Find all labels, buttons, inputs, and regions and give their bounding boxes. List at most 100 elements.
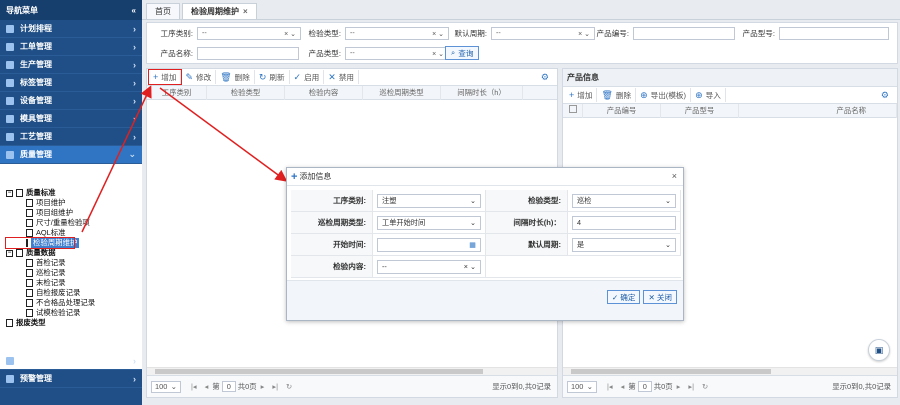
edit-button[interactable]: ✎ 修改 bbox=[181, 70, 217, 84]
file-icon bbox=[26, 309, 33, 317]
column-header[interactable]: 产品型号 bbox=[661, 103, 739, 118]
reload-icon[interactable]: ↻ bbox=[702, 382, 708, 391]
select-all-checkbox[interactable] bbox=[568, 104, 577, 113]
default-cycle-select[interactable]: -- × ⌄ bbox=[491, 27, 595, 40]
clear-dropdown-icon: × ⌄ bbox=[432, 50, 444, 58]
reload-icon[interactable]: ↻ bbox=[286, 382, 292, 391]
tree-node-label: 质量标准 bbox=[26, 188, 56, 197]
first-page-icon[interactable]: |◂ bbox=[607, 382, 613, 391]
gear-icon[interactable]: ⚙ bbox=[541, 72, 549, 83]
product-code-input[interactable] bbox=[633, 27, 735, 40]
tree-node-scrap-type[interactable]: 报废类型 bbox=[6, 318, 142, 328]
next-page-icon[interactable]: ▸ bbox=[261, 382, 265, 391]
tab-home[interactable]: 首页 bbox=[146, 3, 180, 19]
column-header[interactable]: 检验类型 bbox=[207, 85, 285, 100]
button-label: 确定 bbox=[620, 292, 636, 302]
process-type-select[interactable]: -- × ⌄ bbox=[197, 27, 301, 40]
tree-node-group-maint[interactable]: 项目组维护 bbox=[6, 208, 142, 218]
prev-page-icon[interactable]: ◂ bbox=[621, 382, 625, 391]
column-header[interactable]: 产品编号 bbox=[583, 103, 661, 118]
tree-node-last-inspect[interactable]: 末检记录 bbox=[6, 278, 142, 288]
process-type-select[interactable]: 注塑 ⌄ bbox=[377, 193, 481, 208]
cancel-button[interactable]: ✕ 关闭 bbox=[643, 290, 677, 304]
inspect-type-select[interactable]: -- × ⌄ bbox=[345, 27, 449, 40]
select-value: -- bbox=[382, 262, 387, 271]
import-button[interactable]: ⊕ 导入 bbox=[691, 88, 726, 102]
refresh-button[interactable]: ↻ 刷新 bbox=[255, 70, 290, 84]
tree-node-inspect-cycle[interactable]: 检验周期维护 bbox=[5, 237, 80, 249]
sidebar-item-equipment[interactable]: 设备管理 › bbox=[0, 92, 142, 110]
gear-icon[interactable]: ⚙ bbox=[881, 90, 889, 101]
delete-product-button[interactable]: 🗑 删除 bbox=[597, 88, 637, 102]
confirm-button[interactable]: ✓ 确定 bbox=[606, 290, 641, 304]
sidebar-item-plan[interactable]: 计划排程 › bbox=[0, 20, 142, 38]
page-number-input[interactable]: 0 bbox=[637, 381, 652, 392]
tree-node-label: 报废类型 bbox=[16, 318, 46, 327]
calendar-icon[interactable]: ▦ bbox=[469, 240, 476, 249]
book-icon[interactable]: ▣ bbox=[868, 339, 890, 361]
chevron-down-icon: ⌄ bbox=[664, 196, 671, 205]
select-value: 100 bbox=[155, 382, 168, 391]
tree-node-quality-data[interactable]: − 质量数据 bbox=[6, 248, 142, 258]
tab-inspect-cycle[interactable]: 检验周期维护 × bbox=[182, 3, 257, 19]
inspect-type-select[interactable]: 巡检 ⌄ bbox=[572, 193, 676, 208]
sidebar-item-process[interactable]: 工艺管理 › bbox=[0, 128, 142, 146]
sidebar-item-label-mgmt[interactable]: 标签管理 › bbox=[0, 74, 142, 92]
tree-node-size-weight[interactable]: 尺寸/重量检验项 bbox=[6, 218, 142, 228]
tree-node-quality-standard[interactable]: − 质量标准 bbox=[6, 188, 142, 198]
cycle-type-select[interactable]: 工单开始时间 ⌄ bbox=[377, 215, 481, 230]
column-header[interactable]: 巡检周期类型 bbox=[363, 85, 441, 100]
next-page-icon[interactable]: ▸ bbox=[677, 382, 681, 391]
button-label: 导出(模板) bbox=[650, 90, 687, 100]
tree-node-patrol-inspect[interactable]: 巡检记录 bbox=[6, 268, 142, 278]
tree-node-first-inspect[interactable]: 首检记录 bbox=[6, 258, 142, 268]
sidebar-item-workorder[interactable]: 工单管理 › bbox=[0, 38, 142, 56]
column-header[interactable]: 间隔时长（h） bbox=[441, 85, 523, 100]
tree-node-nonconforming[interactable]: 不合格品处理记录 bbox=[6, 298, 142, 308]
tree-node-aql[interactable]: AQL标准 bbox=[6, 228, 142, 238]
scrollbar-thumb[interactable] bbox=[155, 369, 483, 374]
export-button[interactable]: ⊕ 导出(模板) bbox=[636, 88, 692, 102]
page-size-select[interactable]: 100 ⌄ bbox=[151, 380, 181, 393]
add-button[interactable]: + 增加 bbox=[147, 69, 183, 85]
select-value: -- bbox=[350, 50, 355, 57]
chart-icon bbox=[6, 356, 14, 365]
last-page-icon[interactable]: ▸| bbox=[688, 382, 694, 391]
disable-button[interactable]: ✕ 禁用 bbox=[324, 70, 360, 84]
tree-node-self-scrap[interactable]: 自检报废记录 bbox=[6, 288, 142, 298]
sidebar-item-reports[interactable]: 统计报表 › bbox=[0, 352, 142, 370]
first-page-icon[interactable]: |◂ bbox=[191, 382, 197, 391]
product-model-input[interactable] bbox=[779, 27, 889, 40]
prev-page-icon[interactable]: ◂ bbox=[205, 382, 209, 391]
close-icon[interactable]: × bbox=[243, 7, 248, 16]
close-icon[interactable]: × bbox=[672, 171, 677, 181]
last-page-icon[interactable]: ▸| bbox=[272, 382, 278, 391]
product-name-input[interactable] bbox=[197, 47, 299, 60]
column-header[interactable]: 检验内容 bbox=[285, 85, 363, 100]
add-product-button[interactable]: + 增加 bbox=[565, 88, 598, 102]
product-type-select[interactable]: -- × ⌄ bbox=[345, 47, 449, 60]
page-size-select[interactable]: 100 ⌄ bbox=[567, 380, 597, 393]
collapse-box-icon[interactable]: − bbox=[6, 189, 13, 197]
collapse-box-icon[interactable]: − bbox=[6, 249, 13, 257]
horizontal-scrollbar[interactable] bbox=[563, 367, 897, 375]
delete-button[interactable]: 🗑 删除 bbox=[216, 70, 255, 84]
sidebar-item-mold[interactable]: 模具管理 › bbox=[0, 110, 142, 128]
page-number-input[interactable]: 0 bbox=[221, 381, 236, 392]
sidebar-item-quality[interactable]: 质量管理 ⌄ bbox=[0, 146, 142, 164]
tree-node-item-maint[interactable]: 项目维护 bbox=[6, 198, 142, 208]
sidebar-item-production[interactable]: 生产管理 › bbox=[0, 56, 142, 74]
column-header[interactable]: 产品名称 bbox=[739, 103, 897, 118]
inspect-content-select[interactable]: -- × ⌄ bbox=[377, 259, 481, 274]
sidebar-item-alerts[interactable]: 预警管理 › bbox=[0, 370, 142, 388]
column-header[interactable]: 工序类别 bbox=[147, 85, 207, 100]
tree-node-trial-mold[interactable]: 试模检验记录 bbox=[6, 308, 142, 318]
enable-button[interactable]: ✓ 启用 bbox=[290, 70, 325, 84]
interval-input[interactable]: 4 bbox=[572, 215, 676, 230]
scrollbar-thumb[interactable] bbox=[571, 369, 772, 374]
query-button[interactable]: ⌕ 查询 bbox=[445, 46, 480, 60]
horizontal-scrollbar[interactable] bbox=[147, 367, 557, 375]
start-time-input[interactable]: ▦ bbox=[377, 237, 481, 252]
collapse-icon[interactable]: « bbox=[132, 6, 136, 15]
default-cycle-select[interactable]: 是 ⌄ bbox=[572, 237, 676, 252]
